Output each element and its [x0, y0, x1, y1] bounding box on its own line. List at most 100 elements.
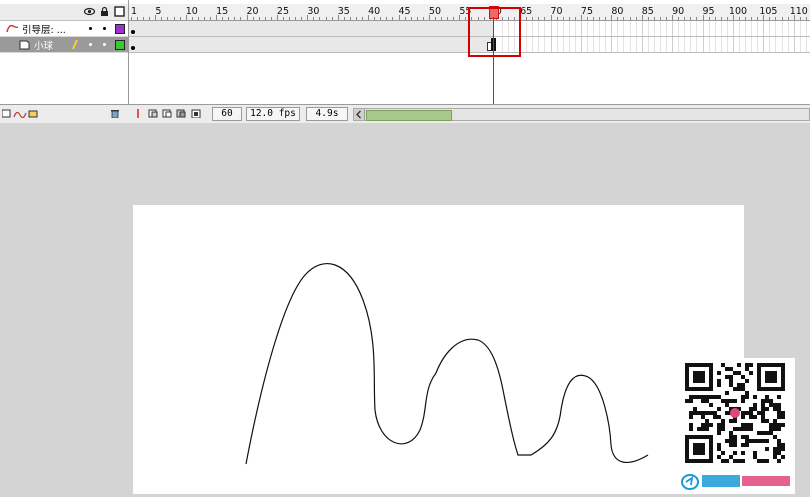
ruler-tick	[173, 17, 175, 20]
ruler-tick	[726, 17, 728, 20]
frame-cell-divider	[757, 37, 759, 52]
frame-cell-divider	[745, 37, 747, 52]
ruler-tick	[635, 17, 637, 20]
ruler-tick	[325, 17, 327, 20]
center-frame-icon[interactable]	[135, 109, 141, 118]
frame-cell-divider	[538, 37, 540, 52]
frame-cell-divider	[678, 37, 680, 52]
outline-icon[interactable]	[114, 6, 125, 17]
ruler-tick	[647, 17, 649, 20]
ruler-tick	[684, 17, 686, 20]
ruler-tick	[143, 17, 145, 20]
frame-cell-divider	[787, 37, 789, 52]
frame-cell-divider	[702, 37, 704, 52]
frame-cell-divider	[611, 37, 613, 52]
ruler-tick	[672, 15, 674, 20]
timeline-scrollbar[interactable]	[353, 108, 810, 121]
frame-cell-divider	[799, 21, 801, 36]
frame-cell-divider	[532, 21, 534, 36]
ruler-tick	[161, 17, 163, 20]
trash-icon[interactable]	[110, 109, 120, 118]
frame-cell-divider	[599, 21, 601, 36]
frame-cell-divider	[647, 37, 649, 52]
ruler-tick	[301, 17, 303, 20]
visibility-dot[interactable]	[89, 43, 92, 46]
ruler-tick	[240, 17, 242, 20]
frame-cell-divider	[659, 21, 661, 36]
frame-cell-divider	[702, 21, 704, 36]
ruler-tick	[441, 17, 443, 20]
ruler-tick	[337, 15, 339, 20]
outline-color-swatch[interactable]	[115, 24, 125, 34]
ruler-tick	[623, 17, 625, 20]
ruler-tick	[465, 17, 467, 20]
guide-layer-icon	[6, 24, 19, 33]
ruler-tick	[593, 17, 595, 20]
eye-icon[interactable]	[84, 6, 95, 17]
ruler-tick	[404, 17, 406, 20]
frame-cell-divider	[653, 21, 655, 36]
layer-row-ball[interactable]: 小球	[0, 37, 128, 53]
ruler-label: 110	[789, 6, 808, 17]
ruler-tick	[453, 17, 455, 20]
layers-column: 引导层: ... 小球	[0, 0, 129, 104]
frame-cell-divider	[635, 21, 637, 36]
outline-color-swatch[interactable]	[115, 40, 125, 50]
ruler-label: 25	[276, 6, 289, 17]
ruler-tick	[368, 15, 370, 20]
stage-canvas[interactable]	[133, 205, 744, 494]
keyframe-dot[interactable]	[131, 46, 135, 50]
ruler-tick	[617, 17, 619, 20]
ruler-tick	[185, 15, 187, 20]
ruler-tick	[696, 17, 698, 20]
ruler-tick	[252, 17, 254, 20]
ruler-label: 40	[368, 6, 381, 17]
motion-guide-path[interactable]	[133, 205, 744, 494]
ruler-tick	[459, 15, 461, 20]
layer-row-guide[interactable]: 引导层: ...	[0, 21, 128, 37]
ruler-tick	[131, 17, 132, 20]
onion-skin-icons[interactable]	[148, 109, 208, 118]
ruler-label: 20	[246, 6, 259, 17]
scroll-left-button[interactable]	[354, 109, 365, 120]
ruler-tick	[629, 17, 631, 20]
frame-rate-field[interactable]: 12.0 fps	[246, 107, 300, 121]
frame-cell-divider	[769, 21, 771, 36]
ruler-tick	[556, 17, 558, 20]
frame-cell-divider	[568, 21, 570, 36]
frame-cell-divider	[696, 21, 698, 36]
frame-cell-divider	[793, 21, 795, 36]
frame-cell-divider	[574, 21, 576, 36]
frame-cell-divider	[544, 37, 546, 52]
ruler-tick	[167, 17, 169, 20]
frame-cell-divider	[690, 21, 692, 36]
frame-cell-divider	[751, 21, 753, 36]
ruler-tick	[276, 15, 278, 20]
ruler-tick	[781, 17, 783, 20]
ruler-tick	[258, 17, 260, 20]
frame-cell-divider	[805, 21, 807, 36]
ruler-tick	[210, 17, 212, 20]
frame-cell-divider	[556, 37, 558, 52]
frame-cell-divider	[696, 37, 698, 52]
logo-mark	[681, 474, 790, 490]
lock-dot[interactable]	[103, 27, 106, 30]
timeline-status-bar: 60 12.0 fps 4.9s	[0, 104, 810, 123]
current-frame-field[interactable]: 60	[212, 107, 242, 121]
frame-cell-divider	[751, 37, 753, 52]
insert-layer-icons[interactable]	[2, 109, 38, 118]
frame-cell-divider	[526, 21, 528, 36]
ruler-tick	[775, 17, 777, 20]
frame-cell-divider	[526, 37, 528, 52]
ruler-label: 80	[611, 6, 624, 17]
ruler-tick	[544, 17, 546, 20]
ruler-tick	[805, 17, 807, 20]
visibility-dot[interactable]	[89, 27, 92, 30]
frame-cell-divider	[623, 37, 625, 52]
lock-icon[interactable]	[99, 6, 110, 17]
keyframe-dot[interactable]	[131, 30, 135, 34]
ruler-tick	[757, 17, 759, 20]
lock-dot[interactable]	[103, 43, 106, 46]
scroll-thumb[interactable]	[366, 110, 452, 121]
frame-cell-divider	[593, 37, 595, 52]
